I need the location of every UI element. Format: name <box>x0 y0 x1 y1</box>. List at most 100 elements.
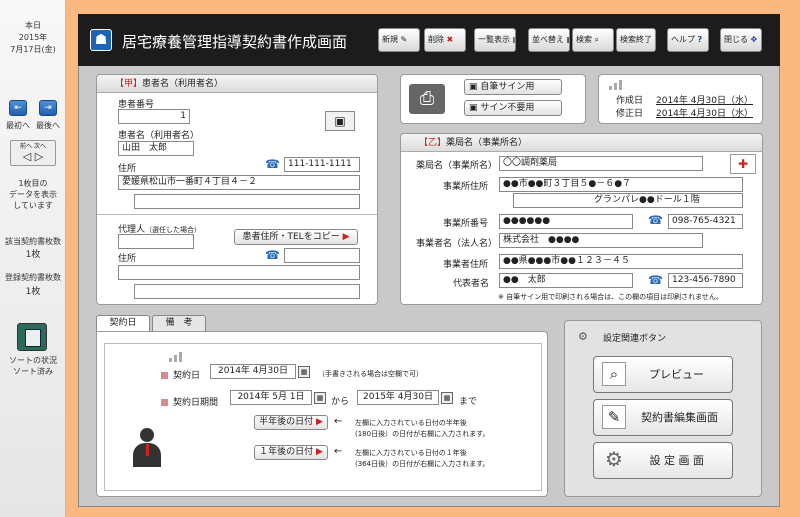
sort-icon: ▦ <box>567 35 569 44</box>
patient-card-icon[interactable]: ▣ <box>325 111 355 131</box>
copy-address-button[interactable]: 患者住所・TELをコピー ▶ <box>234 229 358 245</box>
created-date: 2014年 4月30日（水） <box>656 96 753 106</box>
half-year-label: 半年後の日付 <box>259 417 314 427</box>
help-icon: ? <box>697 35 703 44</box>
search-button[interactable]: 検索 ⌕ <box>572 28 614 52</box>
preview-button[interactable]: ⌕ プレビュー <box>593 356 733 393</box>
created-label: 作成日 <box>616 96 644 106</box>
office-address-field[interactable]: ●●市●●町３丁目５●－６●７ <box>499 177 743 192</box>
page-info-2: データを表示 <box>9 190 57 199</box>
search-end-label: 検索終了 <box>620 35 652 44</box>
sidebar: 本日 2015年 7月17日(金) ⇤ ⇥ 最初へ 最後へ 前へ 次へ ◁ ▷ … <box>0 0 66 517</box>
one-year-note-1: 左欄に入力されている日付の１年後 <box>355 449 467 457</box>
contract-count-label: 該当契約書枚数 <box>5 237 61 246</box>
patient-address2-field[interactable] <box>134 194 360 209</box>
search-end-button[interactable]: 検索終了 <box>616 28 656 52</box>
half-year-button[interactable]: 半年後の日付 ▶ <box>254 415 328 430</box>
phone-icon: ☎ <box>265 157 280 171</box>
prev-next-button[interactable]: 前へ 次へ ◁ ▷ <box>10 140 56 166</box>
with-sign-button[interactable]: ▣ 自筆サイン用 <box>464 79 562 95</box>
sort-status: ソート済み <box>13 367 53 376</box>
list-button[interactable]: 一覧表示 ▤ <box>474 28 516 52</box>
office-phone-field[interactable]: 098-765-4321 <box>668 214 743 229</box>
corp-address-field[interactable]: ●●県●●●市●●１２３－４５ <box>499 254 743 269</box>
period-from-field[interactable]: 2014年 5月 1日 <box>230 390 312 405</box>
pharmacy-icon: ✚ <box>730 154 756 174</box>
tab-notes[interactable]: 備 考 <box>152 315 206 332</box>
corp-name-field[interactable]: 株式会社 ●●●● <box>499 233 703 248</box>
settings-screen-button[interactable]: ⚙ 設 定 画 面 <box>593 442 733 479</box>
bullet-icon <box>161 399 168 406</box>
new-label: 新規 <box>382 35 398 44</box>
new-button[interactable]: 新規 ✎ <box>378 28 420 52</box>
to-label: まで <box>459 397 478 407</box>
office-number-field[interactable]: ●●●●●● <box>499 214 633 229</box>
patient-name-label: 患者名（利用者名） <box>118 131 200 141</box>
contract-edit-button[interactable]: ✎ 契約書編集画面 <box>593 399 733 436</box>
calendar-icon[interactable]: ▦ <box>314 392 326 404</box>
arrows-icon: ◁ ▷ <box>22 150 44 163</box>
list-label: 一覧表示 <box>478 35 510 44</box>
registered-count: 1枚 <box>25 287 41 297</box>
agent-phone-field[interactable] <box>284 248 360 263</box>
delete-label: 削除 <box>428 35 444 44</box>
patient-number-field[interactable]: 1 <box>118 109 190 124</box>
sort-status-label: ソートの状況 <box>9 356 57 365</box>
no-sign-label: サイン不要用 <box>480 103 535 113</box>
delete-button[interactable]: 削除 ✖ <box>424 28 466 52</box>
patient-phone-field[interactable]: 111-111-1111 <box>284 157 360 172</box>
close-button[interactable]: 閉じる ✥ <box>720 28 762 52</box>
patient-mark: 【甲】 <box>115 79 143 89</box>
sort-status-button[interactable] <box>17 323 47 351</box>
representative-label: 代表者名 <box>453 279 490 289</box>
calendar-icon[interactable]: ▦ <box>441 392 453 404</box>
pharmacy-name-field[interactable]: 〇〇調剤薬局 <box>499 156 703 171</box>
today-label: 本日 <box>25 21 41 30</box>
pharmacy-name-label: 薬局名（事業所名） <box>416 161 498 171</box>
first-record-button[interactable]: ⇤ <box>9 100 27 116</box>
agent-address-field[interactable] <box>118 265 360 280</box>
half-year-note-1: 左欄に入力されている日付の半年後 <box>355 419 467 427</box>
gear-icon: ⚙ <box>605 447 623 471</box>
search-label: 検索 <box>576 35 592 44</box>
agent-address2-field[interactable] <box>134 284 360 299</box>
office-address2-field[interactable]: グランパレ●●ドール１階 <box>513 193 743 208</box>
bar-chart-icon <box>609 80 625 90</box>
patient-name-field[interactable]: 山田 太郎 <box>118 141 194 156</box>
patient-address-field[interactable]: 愛媛県松山市一番町４丁目４－２ <box>118 175 360 190</box>
sort-label: 並べ替え <box>532 35 564 44</box>
patient-address-label: 住所 <box>118 164 137 174</box>
tab-contract-date[interactable]: 契約日 <box>96 315 150 332</box>
modified-date: 2014年 4月30日（水） <box>656 109 753 119</box>
app-logo-icon: ☗ <box>90 29 112 51</box>
help-button[interactable]: ヘルプ ? <box>667 28 709 52</box>
person-icon <box>131 428 163 468</box>
half-year-note-2: (180日後）の日付が右欄に入力されます。 <box>355 430 490 438</box>
one-year-button[interactable]: １年後の日付 ▶ <box>254 445 328 460</box>
agent-name-field[interactable] <box>118 234 194 249</box>
last-record-button[interactable]: ⇥ <box>39 100 57 116</box>
printer-small-icon: ▣ <box>469 82 478 92</box>
sort-button[interactable]: 並べ替え ▦ <box>528 28 570 52</box>
period-to-field[interactable]: 2015年 4月30日 <box>357 390 439 405</box>
rep-phone-field[interactable]: 123-456-7890 <box>668 273 743 288</box>
printer-icon: ⎙ <box>409 84 445 114</box>
corp-address-label: 事業者住所 <box>443 260 489 270</box>
no-sign-button[interactable]: ▣ サイン不要用 <box>464 100 562 116</box>
close-label: 閉じる <box>724 35 748 44</box>
new-icon: ✎ <box>400 35 408 44</box>
representative-field[interactable]: ●● 太郎 <box>499 273 633 288</box>
one-year-label: １年後の日付 <box>259 447 314 457</box>
today-year: 2015年 <box>18 33 48 42</box>
prev-next-label: 前へ 次へ <box>20 143 46 150</box>
last-label: 最後へ <box>36 121 60 130</box>
patient-panel-header: 【甲】患者名（利用者名） <box>97 75 377 93</box>
calendar-icon[interactable]: ▦ <box>298 366 310 378</box>
patient-heading: 患者名（利用者名） <box>142 79 224 89</box>
bullet-icon <box>161 372 168 379</box>
contract-date-field[interactable]: 2014年 4月30日 <box>210 364 296 379</box>
pharmacy-panel-header: 【乙】薬局名（事業所名） <box>401 134 762 152</box>
arrow-icon: ▶ <box>315 447 323 457</box>
modified-label: 修正日 <box>616 109 644 119</box>
page-title: 居宅療養管理指導契約書作成画面 <box>122 33 348 51</box>
